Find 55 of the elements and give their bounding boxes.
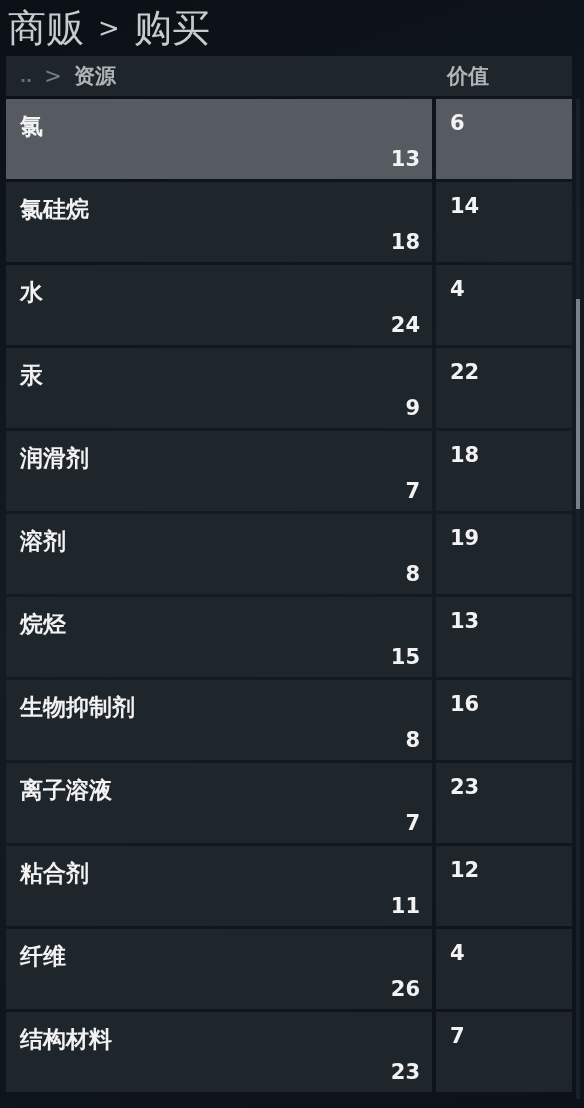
item-cell[interactable]: 汞 9 [6,348,432,428]
item-value: 22 [450,360,480,384]
item-value: 19 [450,526,480,550]
item-cell[interactable]: 生物抑制剂 8 [6,680,432,760]
item-name: 粘合剂 [20,859,89,888]
item-cell[interactable]: 粘合剂 11 [6,846,432,926]
item-value: 4 [450,277,465,301]
breadcrumb-separator: > [98,13,120,43]
scrollbar-thumb[interactable] [576,299,580,509]
item-quantity: 11 [390,894,420,918]
item-value: 4 [450,941,465,965]
item-value: 14 [450,194,480,218]
breadcrumb-title: 商贩 [8,4,84,52]
item-value: 23 [450,775,480,799]
item-quantity: 15 [390,645,420,669]
category-label: 资源 [73,63,116,90]
item-name: 溶剂 [20,527,66,556]
item-cell[interactable]: 纤维 26 [6,929,432,1009]
item-name: 汞 [20,361,43,390]
item-value: 18 [450,443,480,467]
item-cell[interactable]: 氯硅烷 18 [6,182,432,262]
item-name: 水 [20,278,43,307]
item-value: 16 [450,692,480,716]
item-quantity: 23 [390,1060,420,1084]
breadcrumb-separator: > [44,64,62,88]
item-cell[interactable]: 烷烃 15 [6,597,432,677]
item-cell[interactable]: 润滑剂 7 [6,431,432,511]
item-cell[interactable]: 溶剂 8 [6,514,432,594]
item-name: 离子溶液 [20,776,112,805]
item-quantity: 13 [390,147,420,171]
item-name: 生物抑制剂 [20,693,135,722]
item-name: 氯 [20,112,43,141]
page-title: 购买 [133,4,210,52]
item-cell[interactable]: 水 24 [6,265,432,345]
item-name: 润滑剂 [20,444,89,473]
item-quantity: 7 [405,479,420,503]
item-name: 结构材料 [20,1025,112,1054]
item-quantity: 8 [405,562,420,586]
item-quantity: 24 [390,313,420,337]
item-quantity: 26 [390,977,420,1001]
item-name: 氯硅烷 [20,195,89,224]
item-name: 纤维 [20,942,66,971]
item-quantity: 7 [405,811,420,835]
item-value: 7 [450,1024,465,1048]
item-value: 6 [450,111,465,135]
item-name: 烷烃 [20,610,66,639]
item-quantity: 9 [405,396,420,420]
item-cell[interactable]: 结构材料 23 [6,1012,432,1092]
item-value: 12 [450,858,480,882]
item-value: 13 [450,609,480,633]
item-cell[interactable]: 离子溶液 7 [6,763,432,843]
item-quantity: 8 [405,728,420,752]
column-header: 价值 [447,63,490,90]
item-quantity: 18 [390,230,420,254]
item-cell[interactable]: 氯 13 [6,99,432,179]
